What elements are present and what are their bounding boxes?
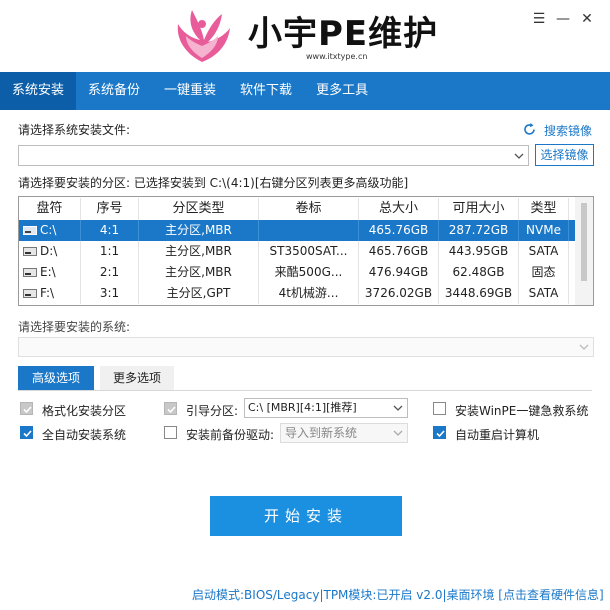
boot-partition-label: 引导分区: bbox=[186, 404, 239, 418]
chevron-down-icon bbox=[393, 430, 403, 436]
drive-icon bbox=[23, 226, 37, 235]
check-icon bbox=[436, 430, 445, 438]
phoenix-logo-icon bbox=[177, 10, 230, 62]
partition-select-label: 请选择要安装的分区: 已选择安装到 C:\(4:1)[右键分区列表更多高级功能] bbox=[18, 176, 409, 190]
drive-icon bbox=[23, 268, 37, 277]
backup-drivers-value: 导入到新系统 bbox=[285, 426, 358, 440]
backup-drivers-checkbox[interactable] bbox=[164, 426, 177, 439]
header-label: 卷标 bbox=[259, 198, 359, 220]
chevron-down-icon bbox=[393, 405, 403, 411]
start-install-button[interactable]: 开始安装 bbox=[210, 496, 402, 536]
drive-icon bbox=[23, 289, 37, 298]
auto-install-label: 全自动安装系统 bbox=[42, 428, 127, 442]
drive-cell: F:\ bbox=[19, 283, 81, 304]
check-icon bbox=[23, 406, 32, 414]
table-header: 盘符 序号 分区类型 卷标 总大小 可用大小 类型 bbox=[19, 198, 575, 220]
check-icon bbox=[23, 430, 32, 438]
menu-icon[interactable]: ☰ bbox=[530, 10, 548, 28]
minimize-icon[interactable]: — bbox=[554, 10, 572, 28]
format-partition-label: 格式化安装分区 bbox=[42, 404, 127, 418]
backup-drivers-select[interactable]: 导入到新系统 bbox=[280, 423, 408, 443]
boot-partition-value: C:\ [MBR][4:1][推荐] bbox=[248, 401, 357, 414]
system-select-label: 请选择要安装的系统: bbox=[18, 320, 131, 334]
header-total: 总大小 bbox=[359, 198, 439, 220]
chevron-down-icon bbox=[514, 153, 524, 159]
tab-more-tools[interactable]: 更多工具 bbox=[304, 72, 380, 110]
tab-system-backup[interactable]: 系统备份 bbox=[76, 72, 152, 110]
tab-advanced-options[interactable]: 高级选项 bbox=[18, 366, 94, 390]
system-combo[interactable] bbox=[18, 337, 594, 357]
boot-partition-checkbox[interactable] bbox=[164, 402, 177, 415]
refresh-icon[interactable] bbox=[522, 122, 537, 137]
header-drive: 盘符 bbox=[19, 198, 81, 220]
table-row[interactable]: E:\ 2:1 主分区,MBR 来酷500G... 476.94GB 62.48… bbox=[19, 262, 575, 283]
chevron-down-icon bbox=[579, 344, 589, 350]
search-image-link[interactable]: 搜索镜像 bbox=[544, 122, 592, 139]
table-scrollbar[interactable] bbox=[575, 197, 593, 305]
choose-image-button[interactable]: 选择镜像 bbox=[535, 144, 594, 166]
header-index: 序号 bbox=[81, 198, 139, 220]
auto-install-checkbox[interactable] bbox=[20, 426, 33, 439]
auto-reboot-checkbox[interactable] bbox=[433, 426, 446, 439]
file-select-label: 请选择系统安装文件: bbox=[18, 123, 131, 137]
partition-table[interactable]: 盘符 序号 分区类型 卷标 总大小 可用大小 类型 C:\ 4:1 主分区,MB… bbox=[18, 196, 594, 306]
header-partition-type: 分区类型 bbox=[139, 198, 259, 220]
boot-partition-select[interactable]: C:\ [MBR][4:1][推荐] bbox=[244, 398, 408, 418]
install-winpe-label: 安装WinPE一键急救系统 bbox=[455, 404, 589, 418]
tab-software-download[interactable]: 软件下载 bbox=[228, 72, 304, 110]
app-url: www.itxtype.cn bbox=[306, 52, 368, 61]
drive-icon bbox=[23, 247, 37, 256]
table-row[interactable]: C:\ 4:1 主分区,MBR 465.76GB 287.72GB NVMe bbox=[19, 220, 575, 241]
header-free: 可用大小 bbox=[439, 198, 519, 220]
image-file-combo[interactable] bbox=[18, 145, 529, 166]
drive-cell: D:\ bbox=[19, 241, 81, 262]
app-header: 小宇PE维护 www.itxtype.cn ☰ — ✕ bbox=[0, 0, 610, 70]
check-icon bbox=[167, 406, 176, 414]
backup-drivers-label: 安装前备份驱动: bbox=[186, 428, 275, 442]
table-row[interactable]: D:\ 1:1 主分区,MBR ST3500SAT... 465.76GB 44… bbox=[19, 241, 575, 262]
drive-cell: C:\ bbox=[19, 220, 81, 241]
options-divider bbox=[18, 390, 592, 391]
drive-cell: E:\ bbox=[19, 262, 81, 283]
tab-more-options[interactable]: 更多选项 bbox=[100, 366, 174, 390]
header-type: 类型 bbox=[519, 198, 569, 220]
status-footer[interactable]: 启动模式:BIOS/Legacy|TPM模块:已开启 v2.0|桌面环境 [点击… bbox=[192, 586, 604, 603]
main-tab-bar: 系统安装 系统备份 一键重装 软件下载 更多工具 bbox=[0, 72, 610, 110]
auto-reboot-label: 自动重启计算机 bbox=[455, 428, 540, 442]
app-title: 小宇PE维护 bbox=[248, 14, 439, 54]
install-winpe-checkbox[interactable] bbox=[433, 402, 446, 415]
tab-system-install[interactable]: 系统安装 bbox=[0, 72, 77, 110]
table-row[interactable]: F:\ 3:1 主分区,GPT 4t机械游... 3726.02GB 3448.… bbox=[19, 283, 575, 304]
close-icon[interactable]: ✕ bbox=[578, 10, 596, 28]
format-partition-checkbox[interactable] bbox=[20, 402, 33, 415]
table-scrollbar-thumb[interactable] bbox=[581, 203, 587, 281]
tab-one-key-reinstall[interactable]: 一键重装 bbox=[152, 72, 228, 110]
